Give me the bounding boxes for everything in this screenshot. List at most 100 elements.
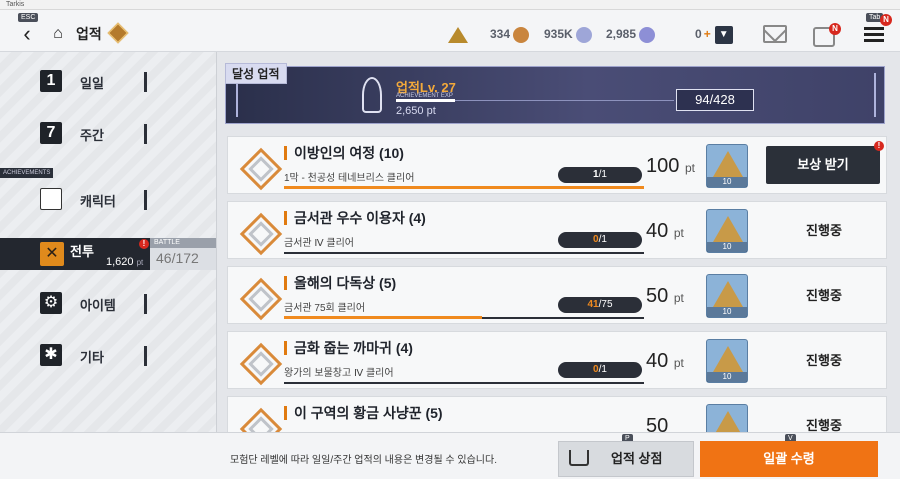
sidebar-item-weekly[interactable]: 7 주간 xyxy=(40,122,150,146)
progress-total: /1 xyxy=(598,234,607,245)
home-icon[interactable]: ⌂ xyxy=(48,24,68,44)
recharge-amount-value: 0 xyxy=(695,27,702,41)
progress-total: /1 xyxy=(598,364,607,375)
daily-icon: 1 xyxy=(40,70,62,92)
battle-points-value: 1,620 xyxy=(106,256,134,268)
achievement-points-unit: pt xyxy=(673,356,684,370)
back-button[interactable]: ‹ xyxy=(14,22,40,48)
achievement-list-panel: 달성 업적 업적Lv. 27 ACHIEVEMENT EXP 2,650 pt … xyxy=(216,52,900,432)
reward-item[interactable]: 10 xyxy=(706,209,748,253)
coins-amount: 935K xyxy=(544,24,595,44)
coin-icon xyxy=(513,26,530,43)
sidebar-item-item[interactable]: ⚙ 아이템 xyxy=(40,292,150,316)
achievement-badge-icon xyxy=(240,343,276,379)
level-emblem-icon xyxy=(362,77,382,113)
battle-progress: BATTLE 46/172 xyxy=(150,238,216,270)
recharge-amount: 0 + ▼ xyxy=(695,24,733,44)
section-label: 달성 업적 xyxy=(225,63,287,84)
achievement-title: 이방인의 여정 (10) xyxy=(284,146,404,160)
achievement-points: 40 pt xyxy=(646,220,684,243)
achievement-points-unit: pt xyxy=(684,161,695,175)
sidebar: 1 일일 7 주간 ACHIEVEMENTS 캐릭터 전투 1,620 pt !… xyxy=(0,52,216,432)
achievement-title: 금서관 우수 이용자 (4) xyxy=(284,211,426,225)
achievement-points-value: 40 xyxy=(646,220,669,242)
mail-icon[interactable] xyxy=(763,25,787,43)
achievement-title: 금화 줍는 까마귀 (4) xyxy=(284,341,413,355)
battle-icon xyxy=(40,242,64,266)
pyramid-icon xyxy=(448,26,468,43)
chevron-down-icon[interactable]: ▼ xyxy=(714,25,733,44)
achievement-row[interactable]: 금화 줍는 까마귀 (4) 왕가의 보물창고 Ⅳ 클리어 0/1 40 pt 10 진행중 xyxy=(227,331,887,389)
achievement-status: 진행중 xyxy=(806,353,842,368)
reward-item[interactable]: 10 xyxy=(706,274,748,318)
achievement-desc: 1막 - 천공성 테네브리스 클리어 xyxy=(284,173,415,184)
achievement-title: 이 구역의 황금 사냥꾼 (5) xyxy=(284,406,443,420)
achievement-badge-icon xyxy=(240,213,276,249)
achievement-progress-fill xyxy=(284,186,644,189)
crystal-amount: 2,985 xyxy=(606,24,658,44)
reward-item[interactable]: 10 xyxy=(706,339,748,383)
sidebar-item-label: 아이템 xyxy=(80,298,116,313)
achievement-points-value: 50 xyxy=(646,285,669,307)
shop-button-label: 업적 상점 xyxy=(611,451,663,466)
item-icon: ⚙ xyxy=(40,292,62,314)
achievement-points: 50 pt xyxy=(646,285,684,308)
battle-points: 1,620 pt xyxy=(106,256,143,268)
reward-item[interactable]: 10 xyxy=(706,144,748,188)
achievement-title: 올해의 다독상 (5) xyxy=(284,276,396,290)
achievement-progress: 41/75 xyxy=(558,297,642,313)
reward-quantity: 10 xyxy=(707,242,747,252)
pyramid-icon xyxy=(713,151,743,177)
battle-caption: BATTLE xyxy=(150,238,216,248)
claim-all-button[interactable]: 일괄 수령 xyxy=(700,441,878,477)
plus-icon[interactable]: + xyxy=(704,24,711,44)
achievement-points: 40 pt xyxy=(646,350,684,373)
achievement-row[interactable]: 금서관 우수 이용자 (4) 금서관 Ⅳ 클리어 0/1 40 pt 10 진행중 xyxy=(227,201,887,259)
sidebar-item-label: 일일 xyxy=(80,76,104,91)
achievement-badge-icon xyxy=(240,278,276,314)
pyramid-icon xyxy=(713,281,743,307)
achievement-points-unit: pt xyxy=(673,226,684,240)
reward-item[interactable] xyxy=(706,404,748,432)
achievement-desc: 금서관 Ⅳ 클리어 xyxy=(284,238,354,249)
achievement-status: 진행중 xyxy=(806,288,842,303)
pyramid-icon xyxy=(713,216,743,242)
progress-total: /75 xyxy=(598,299,613,310)
achievement-row[interactable]: 올해의 다독상 (5) 금서관 75회 클리어 41/75 50 pt 10 진행중 xyxy=(227,266,887,324)
achievement-progress: 1/1 xyxy=(558,167,642,183)
sidebar-item-character[interactable]: 캐릭터 xyxy=(40,188,150,212)
sidebar-item-etc[interactable]: ✱ 기타 xyxy=(40,344,150,368)
crystal-icon xyxy=(576,26,593,43)
achievement-row[interactable]: 이 구역의 황금 사냥꾼 (5) 50 진행중 xyxy=(227,396,887,432)
sidebar-item-label: 주간 xyxy=(80,128,104,143)
achievement-progress: 0/1 xyxy=(558,362,642,378)
sidebar-item-battle[interactable]: 전투 1,620 pt ! xyxy=(0,238,150,270)
sidebar-item-label: 기타 xyxy=(80,350,104,365)
footer-note: 모험단 레벨에 따라 일일/주간 업적의 내용은 변경될 수 있습니다. xyxy=(230,455,497,466)
sidebar-item-daily[interactable]: 1 일일 xyxy=(40,70,150,94)
footer-bar: 모험단 레벨에 따라 일일/주간 업적의 내용은 변경될 수 있습니다. P 업… xyxy=(0,432,900,479)
achievement-status: 진행중 xyxy=(806,418,842,432)
menu-icon[interactable] xyxy=(862,24,886,46)
premium-crystal-icon xyxy=(639,26,656,43)
achievement-status: 진행중 xyxy=(806,223,842,238)
sidebar-item-label: 캐릭터 xyxy=(80,194,116,209)
battle-points-unit: pt xyxy=(136,258,144,267)
progress-total: /1 xyxy=(598,169,607,180)
level-progress: 94/428 xyxy=(676,89,754,111)
achievement-level-banner: 업적Lv. 27 ACHIEVEMENT EXP 2,650 pt 94/428 xyxy=(225,66,885,124)
achievement-points: 50 xyxy=(646,415,668,432)
battle-alert-badge: ! xyxy=(139,239,149,249)
achievement-shop-button[interactable]: 업적 상점 xyxy=(558,441,694,477)
achievement-desc: 왕가의 보물창고 Ⅳ 클리어 xyxy=(284,368,394,379)
progress-current: 41 xyxy=(587,299,599,310)
gold-amount: 334 xyxy=(490,24,532,44)
achievement-badge-icon xyxy=(240,408,276,432)
page-title: 업적 xyxy=(76,26,102,42)
achievement-points-value: 50 xyxy=(646,415,669,432)
achievement-points-unit: pt xyxy=(673,291,684,305)
sidebar-item-label: 전투 xyxy=(70,244,94,259)
claim-reward-button[interactable]: 보상 받기 xyxy=(766,146,880,184)
achievement-row[interactable]: 이방인의 여정 (10) 1막 - 천공성 테네브리스 클리어 1/1 100 pt 1… xyxy=(227,136,887,194)
level-progress-fill xyxy=(396,99,455,102)
